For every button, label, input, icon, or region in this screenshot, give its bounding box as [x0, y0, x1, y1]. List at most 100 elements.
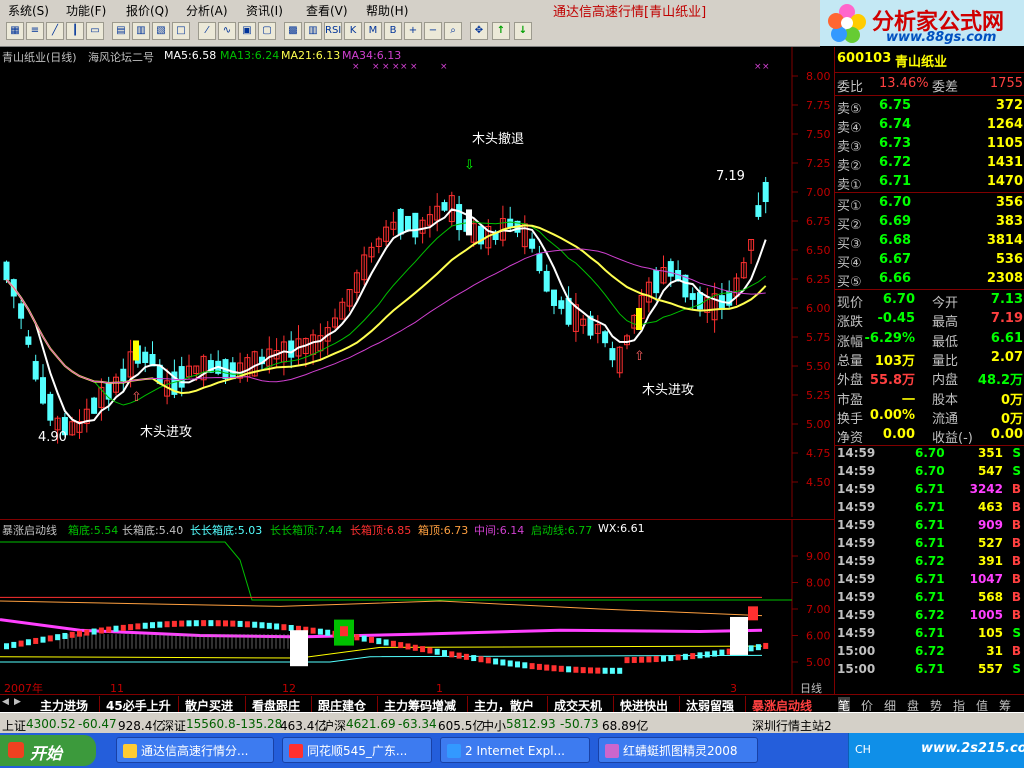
indicator-candle [18, 640, 24, 647]
menu-system[interactable]: 系统(S) [8, 2, 49, 19]
screen-icon[interactable]: ▣ [238, 22, 256, 40]
sh-index-change: -60.47 [78, 717, 117, 731]
menu-help[interactable]: 帮助(H) [366, 2, 408, 19]
stat-label: 涨跌 [837, 315, 864, 331]
server-name[interactable]: 深圳行情主站2 [752, 717, 832, 734]
window-icon[interactable]: ▭ [86, 22, 104, 40]
search-icon[interactable]: ⌕ [444, 22, 462, 40]
grid-icon[interactable]: ▦ [6, 22, 24, 40]
sell-level-label: 卖① [837, 178, 862, 193]
arrow-up-icon[interactable]: ↑ [492, 22, 510, 40]
vol-icon[interactable]: ▥ [304, 22, 322, 40]
tab-scroll-left-icon[interactable]: ◀ [2, 697, 9, 707]
move-icon[interactable]: ✥ [470, 22, 488, 40]
zoom-out-icon[interactable]: − [424, 22, 442, 40]
indicator-candle [106, 626, 112, 633]
task-capture[interactable]: 红蜻蜓抓图精灵2008 [598, 737, 758, 763]
stat-row: 外盘 55.8万 内盘 48.2万 [835, 369, 1024, 388]
start-button[interactable]: 开始 [0, 735, 96, 766]
indicator-candle [164, 621, 170, 628]
indicator-candle [171, 620, 177, 627]
signal-marker: × [392, 62, 400, 72]
boll-icon[interactable]: B [384, 22, 402, 40]
stat-value: -0.45 [877, 311, 915, 327]
app-icon [289, 744, 303, 758]
arrow-down-icon[interactable]: ↓ [514, 22, 532, 40]
tick-volume: 527 [977, 536, 1003, 550]
indicator-candle [390, 640, 396, 647]
sell-row: 卖② 6.72 1431 [835, 155, 1024, 174]
buy-level-label: 买② [837, 218, 862, 233]
indicator-candle [639, 656, 645, 663]
stat-row: 现价 6.70 今开 7.13 [835, 292, 1024, 311]
price-tick-label: 6.75 [806, 215, 831, 228]
stat-value: 6.70 [882, 292, 915, 307]
tick-side: B [1011, 554, 1021, 568]
indicator-candle [157, 621, 163, 628]
main-kline-chart[interactable]: 青山纸业(日线) 海风论坛二号 MA5:6.58 MA13:6.24 MA21:… [0, 47, 834, 517]
sell-volume: 372 [995, 98, 1023, 113]
indicator-icon[interactable]: ▩ [284, 22, 302, 40]
candle-body [697, 292, 703, 310]
indicator-candle [84, 629, 90, 636]
rsi-icon[interactable]: RSI [324, 22, 342, 40]
task-ie[interactable]: 2 Internet Expl... [440, 737, 590, 763]
rank-icon[interactable]: ▤ [112, 22, 130, 40]
menu-function[interactable]: 功能(F) [66, 2, 106, 19]
stat-label: 内盘 [932, 373, 959, 389]
kdj-icon[interactable]: K [344, 22, 362, 40]
stat-value: 0.00 [990, 427, 1023, 443]
price-tick-label: 6.00 [806, 302, 831, 315]
tab-scroll-right-icon[interactable]: ▶ [14, 697, 21, 707]
tick-price: 6.70 [915, 464, 945, 478]
stat-value: 0.00 [882, 427, 915, 443]
trend-icon[interactable]: ⁄ [198, 22, 216, 40]
indicator-candle [748, 645, 754, 652]
candle-body [456, 204, 463, 231]
kline-icon[interactable]: ┃ [66, 22, 84, 40]
indicator-candle [98, 627, 104, 634]
task-ths[interactable]: 同花顺545_广东... [282, 737, 432, 763]
chart-icon[interactable]: ╱ [46, 22, 64, 40]
tick-price: 6.72 [915, 608, 945, 622]
stat-label: 总量 [837, 353, 864, 369]
tick-row: 14:59 6.71 1047 B [835, 572, 1024, 590]
stat-value: 0万 [1000, 411, 1023, 427]
indicator-candle [609, 667, 615, 674]
bar-icon[interactable]: ▥ [132, 22, 150, 40]
indicator-candle [383, 639, 389, 646]
candle-body [543, 270, 550, 292]
weibi-value: 13.46% [879, 76, 929, 91]
list-icon[interactable]: ≡ [26, 22, 44, 40]
menu-analysis[interactable]: 分析(A) [186, 2, 228, 19]
task-tdx[interactable]: 通达信高速行情分... [116, 737, 274, 763]
menu-info[interactable]: 资讯(I) [246, 2, 283, 19]
analysis-icon[interactable]: ∿ [218, 22, 236, 40]
menu-view[interactable]: 查看(V) [306, 2, 348, 19]
table-icon[interactable]: ▧ [152, 22, 170, 40]
doc-icon[interactable]: ▢ [258, 22, 276, 40]
price-tick-label: 6.50 [806, 244, 831, 257]
indicator-chart[interactable]: 9.00 8.00 7.00 6.00 5.00 2007年 11 12 1 3 日线 暴涨启动线 … [0, 519, 834, 694]
news-icon[interactable]: □ [172, 22, 190, 40]
macd-icon[interactable]: M [364, 22, 382, 40]
candle-body [609, 348, 616, 361]
indicator-candle [529, 663, 535, 670]
buy-price: 6.69 [879, 214, 912, 229]
indicator-candle [573, 666, 579, 673]
tick-row: 15:00 6.71 557 S [835, 662, 1024, 680]
tick-volume: 1005 [969, 608, 1003, 622]
zoom-in-icon[interactable]: + [404, 22, 422, 40]
indicator-candle [47, 635, 53, 642]
indicator-candle [91, 628, 97, 635]
indicator-candle [412, 644, 418, 651]
tick-time: 14:59 [837, 590, 876, 604]
signal-marker: × [400, 62, 408, 72]
indicator-candle [193, 620, 199, 627]
low-price-label: 4.90 [38, 430, 67, 445]
tick-volume: 391 [977, 554, 1003, 568]
indicator-candle [507, 660, 513, 667]
tick-volume: 547 [977, 464, 1003, 478]
menu-quote[interactable]: 报价(Q) [126, 2, 169, 19]
ime-indicator[interactable]: CH [855, 743, 871, 756]
